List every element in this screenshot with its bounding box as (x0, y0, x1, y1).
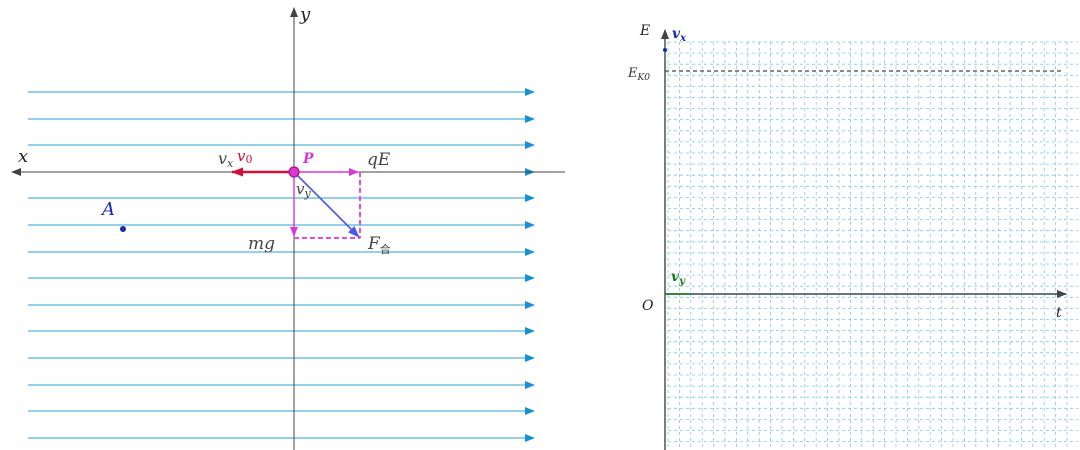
graph-grid (667, 41, 1078, 448)
electric-field-lines (28, 88, 535, 442)
E-axis-label: E (639, 23, 650, 39)
point-A-label: A (100, 199, 115, 220)
qE-label: qE (367, 150, 391, 170)
y-axis-label: y (299, 4, 311, 25)
vx-label: vx (218, 149, 234, 170)
x-axis-label: x (18, 146, 28, 167)
vx-marker (663, 48, 667, 52)
origin-label: O (642, 298, 654, 314)
v0-label: v0 (237, 147, 252, 166)
point-P (288, 166, 300, 178)
physics-figure: x y P A vx v0 vy qE mg F合 E t O EK0 vx v… (11, 4, 1078, 450)
point-A (120, 226, 126, 232)
vy-label: vy (296, 180, 311, 200)
mg-label: mg (248, 234, 275, 254)
t-axis-label: t (1056, 305, 1062, 321)
vy-legend: vy (671, 269, 686, 287)
F-resultant-label: F合 (367, 234, 391, 256)
vx-legend: vx (672, 26, 687, 44)
EK0-label: EK0 (627, 66, 650, 83)
point-P-label: P (302, 151, 314, 167)
